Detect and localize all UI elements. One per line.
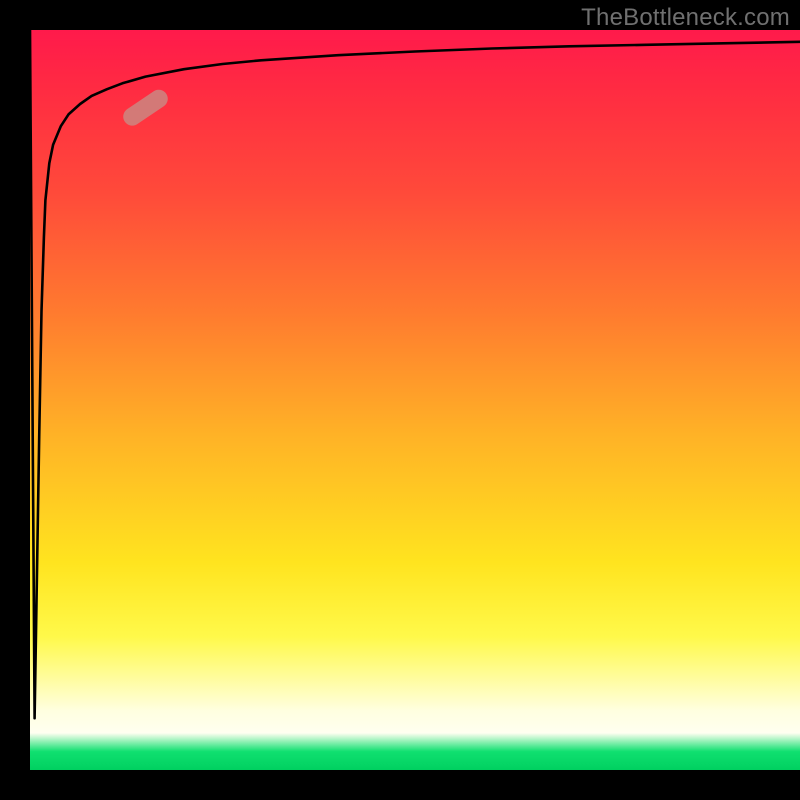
gradient-background	[30, 30, 800, 770]
plot-area	[30, 30, 800, 770]
chart-frame: TheBottleneck.com	[0, 0, 800, 800]
watermark-text: TheBottleneck.com	[581, 4, 790, 32]
